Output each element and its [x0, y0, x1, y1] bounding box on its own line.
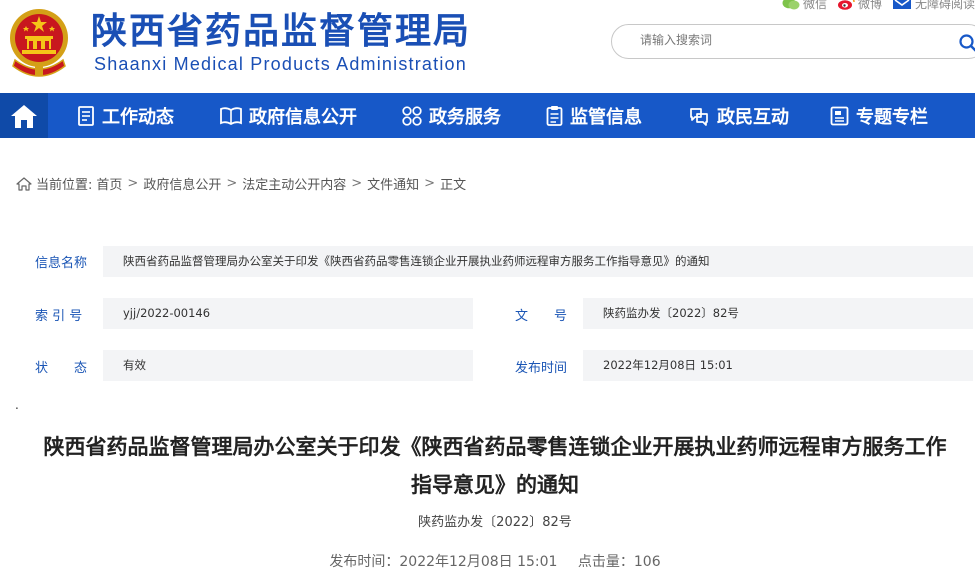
info-status-label: 状 态	[35, 361, 88, 376]
wechat-link[interactable]: 微信	[782, 0, 827, 11]
chat-icon	[690, 107, 708, 126]
weibo-link[interactable]: 微博	[837, 0, 882, 11]
breadcrumb-home[interactable]: 首页	[96, 174, 122, 193]
click-count: 点击量：106	[578, 554, 661, 570]
breadcrumb-notices[interactable]: 文件通知	[367, 174, 419, 193]
info-name-label: 信息名称	[35, 256, 88, 271]
nav-item-services[interactable]: 政务服务	[402, 93, 501, 138]
site-title[interactable]: 陕西省药品监督管理局	[91, 12, 471, 52]
home-small-icon	[16, 176, 32, 191]
info-index-label: 索 引 号	[35, 309, 83, 324]
nav-label: 监管信息	[570, 106, 642, 128]
publish-time-label: 发布时间：	[329, 554, 400, 570]
breadcrumb-separator: >	[226, 176, 238, 191]
nav-label: 专题专栏	[856, 106, 928, 128]
click-count-value: 106	[633, 554, 661, 570]
article-doc-number: 陕药监办发〔2022〕82号	[418, 515, 572, 530]
weibo-icon	[837, 0, 855, 10]
breadcrumb-separator: >	[127, 176, 139, 191]
book-icon	[220, 106, 242, 125]
article-meta: 发布时间：2022年12月08日 15:01 点击量：106	[0, 551, 975, 571]
publish-time-value: 2022年12月08日 15:01	[399, 554, 558, 570]
grid-icon	[402, 105, 422, 126]
document-list-icon	[78, 105, 94, 126]
accessibility-icon	[892, 0, 911, 9]
publish-time: 发布时间：2022年12月08日 15:01	[329, 554, 557, 570]
nav-label: 政府信息公开	[249, 106, 357, 128]
nav-label: 政民互动	[717, 106, 789, 128]
info-docno-value: 陕药监办发〔2022〕82号	[583, 298, 973, 329]
breadcrumb-separator: >	[351, 176, 363, 191]
nav-item-special[interactable]: 专题专栏	[830, 93, 928, 138]
breadcrumb-gov-info[interactable]: 政府信息公开	[143, 174, 221, 193]
nav-item-gov-info[interactable]: 政府信息公开	[220, 93, 357, 138]
site-header: 陕西省药品监督管理局 Shaanxi Medical Products Admi…	[0, 0, 975, 93]
national-emblem-icon[interactable]	[7, 6, 71, 80]
info-docno-label: 文 号	[515, 309, 568, 324]
accessibility-link[interactable]: 无障碍阅读	[892, 0, 975, 11]
click-count-label: 点击量：	[577, 554, 634, 570]
wechat-icon	[782, 0, 800, 9]
nav-item-work-news[interactable]: 工作动态	[77, 93, 174, 138]
accessibility-label: 无障碍阅读	[914, 0, 975, 11]
nav-item-interaction[interactable]: 政民互动	[688, 93, 789, 138]
weibo-label: 微博	[857, 0, 882, 11]
wechat-label: 微信	[802, 0, 827, 11]
clipboard-icon	[546, 106, 563, 126]
breadcrumb-current: 正文	[440, 178, 467, 193]
site-subtitle[interactable]: Shaanxi Medical Products Administration	[94, 54, 467, 75]
main-nav: 工作动态 政府信息公开 政务服务 监管信息 政民互动 专题专栏	[0, 93, 975, 138]
info-status-value: 有效	[103, 350, 473, 381]
home-icon	[11, 104, 37, 128]
search-box	[611, 24, 975, 59]
info-name-value: 陕西省药品监督管理局办公室关于印发《陕西省药品零售连锁企业开展执业药师远程审方服…	[103, 246, 973, 277]
search-input[interactable]	[640, 33, 940, 47]
info-index-value: yjj/2022-00146	[103, 298, 473, 329]
stray-dot: .	[15, 398, 19, 412]
info-date-label: 发布时间	[515, 361, 568, 376]
breadcrumb-statutory[interactable]: 法定主动公开内容	[242, 174, 346, 193]
search-icon[interactable]	[958, 33, 975, 53]
breadcrumb: 当前位置: 首页 > 政府信息公开 > 法定主动公开内容 > 文件通知 > 正文	[16, 174, 466, 193]
top-links: 微信 微博 无障碍阅读	[782, 0, 975, 11]
article-title: 陕西省药品监督管理局办公室关于印发《陕西省药品零售连锁企业开展执业药师远程审方服…	[43, 435, 947, 497]
breadcrumb-separator: >	[424, 176, 436, 191]
nav-label: 政务服务	[429, 106, 501, 128]
nav-label: 工作动态	[102, 106, 174, 128]
nav-home[interactable]	[0, 93, 48, 138]
breadcrumb-prefix: 当前位置:	[36, 178, 93, 193]
folder-icon	[830, 106, 849, 125]
info-date-value: 2022年12月08日 15:01	[583, 350, 973, 381]
nav-item-supervision[interactable]: 监管信息	[546, 93, 642, 138]
